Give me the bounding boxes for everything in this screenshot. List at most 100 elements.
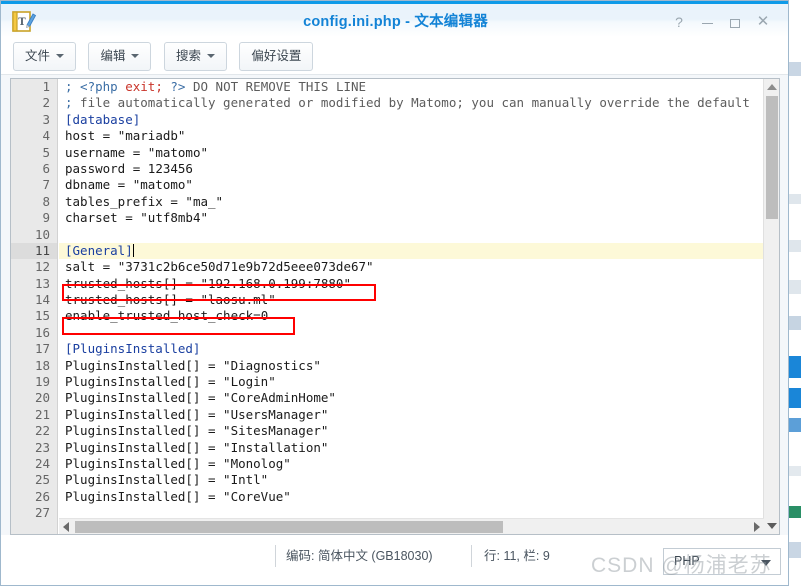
- code-line[interactable]: PluginsInstalled[] = "Diagnostics": [59, 358, 764, 374]
- minimize-icon[interactable]: [696, 11, 718, 33]
- background-window-band: [788, 408, 801, 418]
- line-number: 19: [34, 374, 50, 390]
- line-number: 21: [34, 406, 50, 422]
- line-number: 17: [34, 341, 50, 357]
- background-window-band: [788, 204, 801, 240]
- code-line[interactable]: trusted_hosts[] = "192.168.0.199:7880": [59, 276, 764, 292]
- horizontal-scroll-thumb[interactable]: [75, 521, 503, 533]
- text-editor-window: T config.ini.php - 文本编辑器 ? ✕ 文件 编辑 搜索 偏好…: [0, 0, 789, 586]
- background-window-band: [788, 418, 801, 432]
- chevron-down-icon: [56, 53, 65, 58]
- status-encoding: 编码: 简体中文 (GB18030): [286, 549, 433, 563]
- background-window-band: [788, 476, 801, 506]
- vertical-scrollbar[interactable]: [763, 79, 779, 534]
- background-window-band: [788, 252, 801, 280]
- menu-file[interactable]: 文件: [13, 42, 77, 71]
- code-line[interactable]: [59, 325, 764, 341]
- line-number: 8: [42, 193, 50, 209]
- scroll-up-icon[interactable]: [767, 84, 777, 90]
- code-line[interactable]: charset = "utf8mb4": [59, 210, 764, 226]
- code-line[interactable]: PluginsInstalled[] = "Intl": [59, 472, 764, 488]
- line-number: 10: [34, 226, 50, 242]
- background-window-band: [788, 0, 801, 62]
- code-line[interactable]: host = "mariadb": [59, 128, 764, 144]
- language-mode-select[interactable]: PHP: [663, 548, 781, 575]
- menu-preferences[interactable]: 偏好设置: [239, 42, 314, 71]
- editor-area: 1 2 3 4 5 6 7 8 9 10 11 12 13 14 15 16 17 18 19 20 21 22 23 24 2…: [10, 78, 780, 535]
- chevron-down-icon: [761, 560, 771, 566]
- background-window-band: [788, 378, 801, 388]
- code-line[interactable]: PluginsInstalled[] = "Installation": [59, 440, 764, 456]
- line-number: 22: [34, 423, 50, 439]
- vertical-scroll-thumb[interactable]: [766, 96, 778, 219]
- line-number: 1: [42, 79, 50, 94]
- status-divider: [471, 545, 472, 567]
- code-line[interactable]: dbname = "matomo": [59, 177, 764, 193]
- line-number: 23: [34, 439, 50, 455]
- code-line[interactable]: PluginsInstalled[] = "UsersManager": [59, 407, 764, 423]
- code-line[interactable]: [database]: [59, 112, 764, 128]
- line-number: 7: [42, 177, 50, 193]
- line-number: 6: [42, 160, 50, 176]
- horizontal-scrollbar[interactable]: [59, 518, 764, 534]
- code-line[interactable]: PluginsInstalled[] = "Monolog": [59, 456, 764, 472]
- code-line[interactable]: tables_prefix = "ma_": [59, 194, 764, 210]
- menu-search[interactable]: 搜索: [163, 42, 227, 71]
- menu-preferences-label: 偏好设置: [251, 49, 302, 63]
- code-line[interactable]: [PluginsInstalled]: [59, 341, 764, 357]
- background-window-band: [788, 294, 801, 316]
- background-window-band: [788, 432, 801, 466]
- menu-search-label: 搜索: [175, 49, 201, 63]
- code-line[interactable]: password = 123456: [59, 161, 764, 177]
- maximize-icon[interactable]: [724, 11, 746, 33]
- line-number: 11: [11, 242, 57, 260]
- chevron-down-icon: [206, 53, 215, 58]
- background-window-band: [788, 330, 801, 356]
- line-number: 20: [34, 390, 50, 406]
- background-window-strip: [788, 0, 801, 586]
- line-number: 3: [42, 111, 50, 127]
- code-line[interactable]: salt = "3731c2b6ce50d71e9b72d5eee073de67…: [59, 259, 764, 275]
- background-window-band: [788, 62, 801, 76]
- line-number: 25: [34, 472, 50, 488]
- code-line[interactable]: username = "matomo": [59, 145, 764, 161]
- language-mode-label: PHP: [674, 554, 700, 568]
- code-line[interactable]: PluginsInstalled[] = "CoreVue": [59, 489, 764, 505]
- line-number: 18: [34, 357, 50, 373]
- line-number: 2: [42, 95, 50, 111]
- code-line[interactable]: PluginsInstalled[] = "SitesManager": [59, 423, 764, 439]
- background-window-band: [788, 518, 801, 542]
- help-icon[interactable]: ?: [668, 11, 690, 33]
- line-number: 16: [34, 324, 50, 340]
- background-window-band: [788, 466, 801, 476]
- line-number: 12: [34, 259, 50, 275]
- close-icon[interactable]: ✕: [752, 11, 774, 33]
- background-window-band: [788, 506, 801, 518]
- code-line[interactable]: PluginsInstalled[] = "CoreAdminHome": [59, 390, 764, 406]
- background-window-band: [788, 240, 801, 252]
- line-number: 27: [34, 505, 50, 521]
- menu-edit[interactable]: 编辑: [88, 42, 152, 71]
- status-divider: [275, 545, 276, 567]
- line-number-gutter: 1 2 3 4 5 6 7 8 9 10 11 12 13 14 15 16 17 18 19 20 21 22 23 24 2…: [11, 79, 58, 534]
- code-line[interactable]: enable_trusted_host_check=0: [59, 308, 764, 324]
- code-line[interactable]: trusted_hosts[] = "laosu.ml": [59, 292, 764, 308]
- line-number: 13: [34, 275, 50, 291]
- code-line[interactable]: [59, 227, 764, 243]
- line-number: 9: [42, 210, 50, 226]
- code-line[interactable]: ; file automatically generated or modifi…: [59, 95, 764, 111]
- scroll-left-icon[interactable]: [63, 522, 69, 532]
- line-number: 5: [42, 144, 50, 160]
- background-window-band: [788, 356, 801, 378]
- code-text-area[interactable]: ; <?php exit; ?> DO NOT REMOVE THIS LINE…: [59, 79, 764, 534]
- scroll-right-icon[interactable]: [754, 522, 760, 532]
- code-line[interactable]: ; <?php exit; ?> DO NOT REMOVE THIS LINE: [59, 79, 764, 95]
- background-window-band: [788, 316, 801, 330]
- code-line[interactable]: PluginsInstalled[] = "Login": [59, 374, 764, 390]
- scroll-down-icon[interactable]: [767, 523, 777, 529]
- text-cursor: [132, 243, 134, 257]
- background-window-band: [788, 194, 801, 204]
- menu-edit-label: 编辑: [100, 49, 126, 63]
- code-line[interactable]: [General]: [59, 242, 764, 260]
- line-number: 4: [42, 128, 50, 144]
